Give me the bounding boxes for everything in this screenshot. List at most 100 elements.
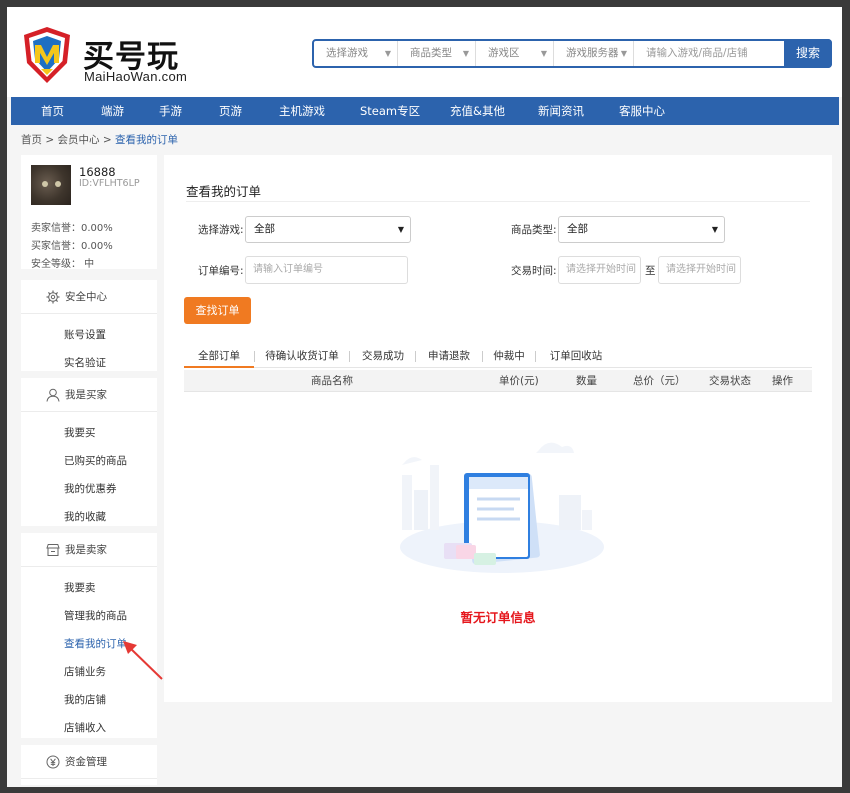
- col-unit-price: 单价(元): [499, 375, 539, 387]
- username: 16888: [79, 165, 116, 179]
- gear-icon: [46, 290, 60, 304]
- chevron-down-icon: ▼: [462, 49, 469, 58]
- search-input[interactable]: 请输入游戏/商品/店铺: [634, 41, 784, 66]
- nav-item-news[interactable]: 新闻资讯: [538, 97, 584, 125]
- annotation-arrow-icon: [123, 641, 163, 680]
- sidebar-item-favorites[interactable]: 我的收藏: [64, 509, 106, 524]
- sidebar-item-purchased[interactable]: 已购买的商品: [64, 453, 127, 468]
- sidebar-heading-buyer[interactable]: 我是买家: [21, 378, 157, 412]
- nav-item-pc-games[interactable]: 端游: [101, 97, 124, 125]
- sidebar-section-buyer: 我是买家 我要买 已购买的商品 我的优惠券 我的收藏: [21, 378, 157, 526]
- sidebar-section-security: 安全中心 账号设置 实名验证: [21, 280, 157, 371]
- sidebar-item-buy[interactable]: 我要买: [64, 425, 96, 440]
- order-number-label: 订单编号:: [198, 265, 244, 277]
- chevron-down-icon: ▼: [620, 49, 627, 58]
- tab-divider: [349, 351, 350, 362]
- user-profile-card: 16888 ID:VFLHT6LP 卖家信誉：0.00% 买家信誉：0.00% …: [21, 155, 157, 270]
- sidebar-heading-label: 我是卖家: [65, 544, 107, 556]
- page-title: 查看我的订单: [186, 184, 262, 199]
- seller-credit: 卖家信誉：0.00%: [31, 223, 113, 234]
- type-filter-label: 商品类型: [410, 47, 452, 59]
- header: 买号玩 MaiHaoWan.com 选择游戏 ▼ 商品类型 ▼ 游戏区 ▼ 游戏…: [7, 7, 842, 97]
- main-nav: 首页 端游 手游 页游 主机游戏 Steam专区 充值&其他 新闻资讯 客服中心: [11, 97, 839, 125]
- sidebar-item-coupons[interactable]: 我的优惠券: [64, 481, 117, 496]
- sidebar-item-real-name[interactable]: 实名验证: [64, 355, 106, 370]
- breadcrumb-member-center[interactable]: 会员中心: [58, 134, 100, 146]
- tab-pending-receipt[interactable]: 待确认收货订单: [258, 346, 346, 368]
- product-type-select[interactable]: 全部 ▼: [558, 216, 725, 243]
- coin-icon: [46, 755, 60, 769]
- breadcrumb: 首页 > 会员中心 > 查看我的订单: [21, 132, 178, 147]
- breadcrumb-current: 查看我的订单: [115, 134, 178, 146]
- user-icon: [46, 388, 60, 402]
- buyer-credit: 买家信誉：0.00%: [31, 241, 113, 252]
- avatar-eye: [55, 181, 61, 187]
- sidebar-section-funds: 资金管理: [21, 745, 157, 785]
- type-filter-select[interactable]: 商品类型 ▼: [398, 41, 476, 66]
- sidebar-heading-funds[interactable]: 资金管理: [21, 745, 157, 779]
- sidebar-item-shop-income[interactable]: 店铺收入: [64, 720, 106, 735]
- nav-item-steam[interactable]: Steam专区: [360, 97, 420, 125]
- tab-divider: [415, 351, 416, 362]
- empty-orders-illustration: [400, 442, 604, 573]
- sidebar-item-manage-products[interactable]: 管理我的商品: [64, 608, 127, 623]
- end-date-input[interactable]: 请选择开始时间: [658, 256, 741, 284]
- chevron-down-icon: ▼: [540, 49, 547, 58]
- nav-item-home[interactable]: 首页: [41, 97, 64, 125]
- game-filter-label: 选择游戏:: [198, 224, 244, 236]
- sidebar-heading-label: 安全中心: [65, 291, 107, 303]
- sidebar-heading-security[interactable]: 安全中心: [21, 280, 157, 314]
- nav-item-console-games[interactable]: 主机游戏: [279, 97, 325, 125]
- col-product-name: 商品名称: [311, 375, 353, 387]
- nav-item-mobile-games[interactable]: 手游: [159, 97, 182, 125]
- logo-subtitle: MaiHaoWan.com: [84, 69, 188, 84]
- sidebar-heading-label: 我是买家: [65, 389, 107, 401]
- tab-recycle-bin[interactable]: 订单回收站: [538, 346, 614, 368]
- breadcrumb-home[interactable]: 首页: [21, 134, 42, 146]
- start-date-input[interactable]: 请选择开始时间: [558, 256, 641, 284]
- game-filter-select[interactable]: 选择游戏 ▼: [314, 41, 398, 66]
- product-type-value: 全部: [567, 223, 588, 235]
- tab-refund[interactable]: 申请退款: [418, 346, 480, 368]
- col-trade-status: 交易状态: [709, 375, 751, 387]
- tab-divider: [535, 351, 536, 362]
- chevron-down-icon: ▼: [384, 49, 391, 58]
- col-actions: 操作: [772, 375, 793, 387]
- empty-state-message: 暂无订单信息: [460, 610, 536, 625]
- nav-item-support[interactable]: 客服中心: [619, 97, 665, 125]
- orders-panel: 查看我的订单 选择游戏: 全部 ▼ 商品类型: 全部 ▼ 订单编号: 请输入订单…: [164, 155, 832, 702]
- sidebar-item-sell[interactable]: 我要卖: [64, 580, 96, 595]
- zone-filter-select[interactable]: 游戏区 ▼: [476, 41, 554, 66]
- find-orders-button[interactable]: 查找订单: [184, 297, 251, 324]
- tab-success[interactable]: 交易成功: [352, 346, 414, 368]
- nav-item-recharge[interactable]: 充值&其他: [450, 97, 505, 125]
- tab-divider: [482, 351, 483, 362]
- server-filter-select[interactable]: 游戏服务器 ▼: [554, 41, 634, 66]
- shield-logo-icon: [24, 27, 70, 83]
- date-range-separator: 至: [645, 265, 656, 277]
- security-level: 安全等级： 中: [31, 259, 95, 270]
- orders-table-header: 商品名称 单价(元) 数量 总价（元） 交易状态 操作: [184, 370, 812, 392]
- sidebar-heading-seller[interactable]: 我是卖家: [21, 533, 157, 567]
- sidebar-heading-label: 资金管理: [65, 756, 107, 768]
- order-number-input[interactable]: 请输入订单编号: [245, 256, 408, 284]
- tab-all-orders[interactable]: 全部订单: [184, 346, 254, 368]
- page-frame: 买号玩 MaiHaoWan.com 选择游戏 ▼ 商品类型 ▼ 游戏区 ▼ 游戏…: [0, 0, 850, 793]
- trade-time-label: 交易时间:: [511, 265, 557, 277]
- game-select-value: 全部: [254, 223, 275, 235]
- product-type-label: 商品类型:: [511, 224, 557, 236]
- game-select[interactable]: 全部 ▼: [245, 216, 411, 243]
- search-button[interactable]: 搜索: [784, 39, 832, 68]
- col-total-price: 总价（元）: [633, 375, 686, 387]
- avatar[interactable]: [31, 165, 71, 205]
- zone-filter-label: 游戏区: [488, 47, 520, 59]
- server-filter-label: 游戏服务器: [566, 47, 619, 59]
- site-logo[interactable]: 买号玩 MaiHaoWan.com: [21, 25, 201, 87]
- sidebar-item-my-shop[interactable]: 我的店铺: [64, 692, 106, 707]
- tab-divider: [254, 351, 255, 362]
- tab-arbitration[interactable]: 仲裁中: [484, 346, 534, 368]
- avatar-eye: [42, 181, 48, 187]
- nav-item-web-games[interactable]: 页游: [219, 97, 242, 125]
- sidebar-item-account-settings[interactable]: 账号设置: [64, 327, 106, 342]
- sidebar-item-shop-business[interactable]: 店铺业务: [64, 664, 106, 679]
